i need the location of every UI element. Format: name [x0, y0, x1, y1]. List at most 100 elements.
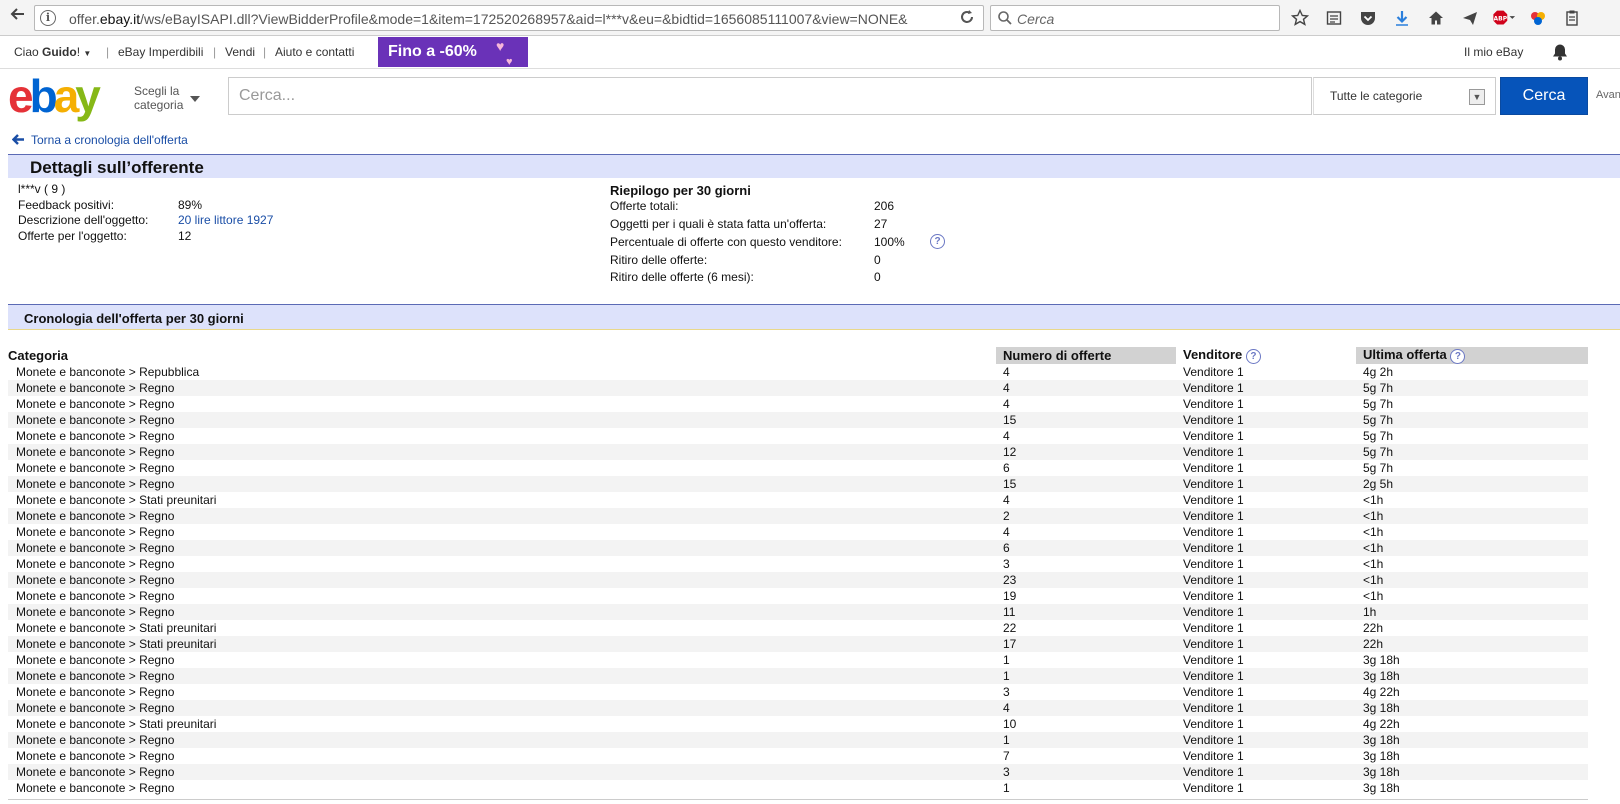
back-arrow-icon[interactable]: [6, 6, 30, 30]
search-button[interactable]: Cerca: [1500, 77, 1588, 115]
cell-bid-count: 23: [996, 572, 1176, 588]
caret-down-icon[interactable]: [190, 96, 200, 102]
promo-text: Fino a -60%: [388, 43, 477, 60]
back-to-bid-history-link[interactable]: Torna a cronologia dell'offerta: [11, 133, 188, 148]
nav-separator: |: [213, 45, 217, 59]
extension-icon[interactable]: [1526, 6, 1550, 30]
cell-category: Monete e banconote > Regno: [16, 397, 175, 411]
cell-last-bid: 4g 22h: [1363, 685, 1400, 699]
url-text[interactable]: offer.ebay.it/ws/eBayISAPI.dll?ViewBidde…: [69, 11, 908, 27]
bid-retractions-label: Ritiro delle offerte:: [610, 253, 708, 267]
cell-bid-count: 6: [1003, 461, 1010, 475]
cell-bid-count: 6: [996, 540, 1176, 556]
cell-category: Monete e banconote > Regno: [8, 508, 996, 524]
table-row: Monete e banconote > Regno 11 Venditore 11…: [8, 604, 1588, 620]
item-description-value[interactable]: 20 lire littore 1927: [178, 213, 273, 227]
bid-history-title: Cronologia dell'offerta per 30 giorni: [24, 311, 244, 326]
cell-category: Monete e banconote > Regno: [16, 749, 175, 763]
cell-category: Monete e banconote > Regno: [8, 444, 996, 460]
cell-seller: Venditore 1: [1183, 717, 1244, 731]
main-search-box: [228, 77, 1312, 115]
greeting[interactable]: Ciao Guido! ▼: [14, 45, 91, 59]
cell-seller: Venditore 1: [1176, 764, 1356, 780]
item-description-link[interactable]: 20 lire littore 1927: [178, 213, 273, 227]
cell-seller: Venditore 1: [1183, 557, 1244, 571]
items-bid-value: 27: [874, 217, 888, 231]
cell-bid-count: 15: [996, 412, 1176, 428]
choose-category-button[interactable]: Scegli la categoria: [134, 84, 183, 112]
choose-category-line2: categoria: [134, 98, 184, 112]
pocket-icon[interactable]: [1356, 6, 1380, 30]
arrow-left-icon: [11, 134, 25, 148]
cell-category: Monete e banconote > Regno: [16, 589, 175, 603]
cell-last-bid: 2g 5h: [1356, 476, 1588, 492]
send-icon[interactable]: [1458, 6, 1482, 30]
my-ebay-link[interactable]: Il mio eBay: [1464, 45, 1523, 59]
cell-last-bid: 5g 7h: [1363, 429, 1394, 443]
cell-bid-count: 4: [1003, 365, 1010, 379]
info-icon[interactable]: i: [40, 10, 56, 26]
nav-help-link[interactable]: Aiuto e contatti: [275, 45, 354, 59]
adblock-icon[interactable]: ABP: [1492, 6, 1516, 30]
help-icon[interactable]: ?: [930, 233, 945, 249]
table-row: Monete e banconote > Regno 1 Venditore 1 3g…: [8, 652, 1588, 668]
cell-bid-count: 3: [996, 764, 1176, 780]
nav-sell-link[interactable]: Vendi: [225, 45, 255, 59]
reader-icon[interactable]: [1322, 6, 1346, 30]
seller-percent-label: Percentuale di offerte con questo vendit…: [610, 235, 842, 249]
ebay-header: ebay Scegli la categoria Tutte le catego…: [0, 70, 1620, 122]
cell-seller: Venditore 1: [1183, 749, 1244, 763]
bidder-id: l***v ( 9 ): [18, 182, 66, 196]
clipboard-icon[interactable]: [1560, 6, 1584, 30]
table-row: Monete e banconote > Regno 3 Venditore 1 <1…: [8, 556, 1588, 572]
column-header-category: Categoria: [8, 348, 68, 363]
cell-seller: Venditore 1: [1183, 461, 1244, 475]
home-icon[interactable]: [1424, 6, 1448, 30]
table-row: Monete e banconote > Regno 7 Venditore 1 3g…: [8, 748, 1588, 764]
question-icon[interactable]: ?: [1245, 349, 1261, 364]
category-select[interactable]: Tutte le categorie ▼: [1313, 77, 1496, 115]
table-row: Monete e banconote > Regno 3 Venditore 1 3g…: [8, 764, 1588, 780]
table-row: Monete e banconote > Regno 6 Venditore 1 5g…: [8, 460, 1588, 476]
cell-last-bid: 5g 7h: [1356, 412, 1588, 428]
star-icon[interactable]: [1288, 6, 1312, 30]
cell-category: Monete e banconote > Regno: [8, 764, 996, 780]
table-row: Monete e banconote > Stati preunitari 10 V…: [8, 716, 1588, 732]
cell-seller: Venditore 1: [1176, 508, 1356, 524]
main-search-input[interactable]: [229, 78, 1311, 114]
cell-category: Monete e banconote > Regno: [8, 380, 996, 396]
promo-banner[interactable]: Fino a -60% ♥ ♥: [378, 37, 528, 68]
cell-bid-count: 17: [996, 636, 1176, 652]
cell-seller: Venditore 1: [1176, 380, 1356, 396]
cell-seller: Venditore 1: [1176, 732, 1356, 748]
cell-seller: Venditore 1: [1183, 525, 1244, 539]
cell-last-bid: 5g 7h: [1363, 397, 1394, 411]
bell-icon[interactable]: [1552, 43, 1568, 66]
reload-icon[interactable]: [959, 8, 975, 33]
cell-category: Monete e banconote > Stati preunitari: [16, 621, 217, 635]
chevron-down-icon: ▼: [1469, 89, 1485, 105]
url-bar[interactable]: i offer.ebay.it/ws/eBayISAPI.dll?ViewBid…: [34, 5, 984, 31]
choose-category-line1: Scegli la: [134, 84, 180, 98]
ebay-logo[interactable]: ebay: [8, 72, 101, 120]
cell-category: Monete e banconote > Regno: [8, 476, 996, 492]
nav-deals-link[interactable]: eBay Imperdibili: [118, 45, 203, 59]
items-bid-label: Oggetti per i quali è stata fatta un'off…: [610, 217, 827, 231]
advanced-search-link[interactable]: Avanzata: [1596, 89, 1620, 101]
cell-bid-count: 4: [1003, 397, 1010, 411]
cell-bid-count: 3: [1003, 685, 1010, 699]
cell-category: Monete e banconote > Regno: [8, 732, 996, 748]
cell-category: Monete e banconote > Regno: [8, 572, 996, 588]
cell-last-bid: 3g 18h: [1356, 700, 1588, 716]
cell-last-bid: 1h: [1356, 604, 1588, 620]
question-icon[interactable]: ?: [1450, 349, 1466, 364]
cell-last-bid: 3g 18h: [1363, 781, 1400, 795]
cell-category: Monete e banconote > Stati preunitari: [16, 717, 217, 731]
cell-seller: Venditore 1: [1183, 429, 1244, 443]
column-header-bid-count[interactable]: Numero di offerte: [996, 347, 1176, 364]
bids-per-item-value: 12: [178, 229, 192, 243]
download-icon[interactable]: [1390, 6, 1414, 30]
cell-category: Monete e banconote > Regno: [16, 525, 175, 539]
table-row: Monete e banconote > Regno 12 Venditore 15…: [8, 444, 1588, 460]
browser-search-box[interactable]: Cerca: [990, 5, 1280, 31]
